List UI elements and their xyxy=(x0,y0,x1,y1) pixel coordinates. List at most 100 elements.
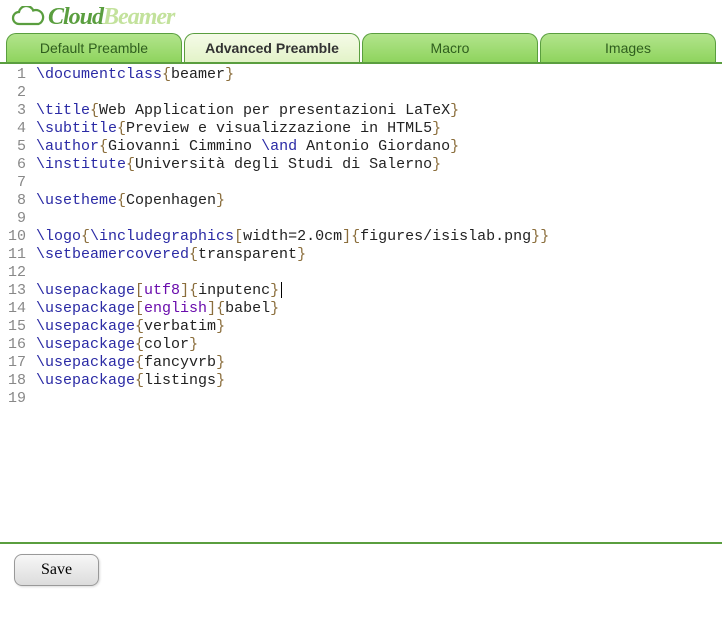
code-line[interactable]: \usetheme{Copenhagen} xyxy=(36,192,549,210)
token-brkt: } xyxy=(450,102,459,119)
line-number: 1 xyxy=(0,66,26,84)
token-txt: Web Application per presentazioni LaTeX xyxy=(99,102,450,119)
token-txt: Copenhagen xyxy=(126,192,216,209)
tabs-bar: Default PreambleAdvanced PreambleMacroIm… xyxy=(0,33,722,62)
line-number: 15 xyxy=(0,318,26,336)
save-button[interactable]: Save xyxy=(14,554,99,586)
token-txt: beamer xyxy=(171,66,225,83)
code-line[interactable]: \author{Giovanni Cimmino \and Antonio Gi… xyxy=(36,138,549,156)
code-line[interactable]: \title{Web Application per presentazioni… xyxy=(36,102,549,120)
code-line[interactable]: \usepackage{verbatim} xyxy=(36,318,549,336)
token-brkt: } xyxy=(216,318,225,335)
token-cmd: \subtitle xyxy=(36,120,117,137)
line-number: 9 xyxy=(0,210,26,228)
code-line[interactable] xyxy=(36,390,549,408)
token-cmd: \title xyxy=(36,102,90,119)
code-line[interactable]: \usepackage{color} xyxy=(36,336,549,354)
token-cmd: \usepackage xyxy=(36,318,135,335)
token-cmd: \usepackage xyxy=(36,372,135,389)
code-line[interactable]: \usepackage{listings} xyxy=(36,372,549,390)
token-cmd: \author xyxy=(36,138,99,155)
token-cmd: \usepackage xyxy=(36,282,135,299)
line-number: 18 xyxy=(0,372,26,390)
line-number: 11 xyxy=(0,246,26,264)
token-brkt: } xyxy=(297,246,306,263)
token-cmd: \documentclass xyxy=(36,66,162,83)
line-gutter: 12345678910111213141516171819 xyxy=(0,64,32,542)
token-opt: english xyxy=(144,300,207,317)
token-brkt: } xyxy=(540,228,549,245)
token-brkt: } xyxy=(216,354,225,371)
code-line[interactable] xyxy=(36,210,549,228)
code-editor[interactable]: 12345678910111213141516171819 \documentc… xyxy=(0,64,722,542)
token-txt: figures/isislab.png xyxy=(360,228,531,245)
token-brkt: } xyxy=(225,66,234,83)
code-area[interactable]: \documentclass{beamer} \title{Web Applic… xyxy=(32,64,553,542)
token-opt: utf8 xyxy=(144,282,180,299)
editor-panel: 12345678910111213141516171819 \documentc… xyxy=(0,62,722,542)
line-number: 14 xyxy=(0,300,26,318)
tab-images[interactable]: Images xyxy=(540,33,716,62)
token-brkt: } xyxy=(216,372,225,389)
code-line[interactable]: \subtitle{Preview e visualizzazione in H… xyxy=(36,120,549,138)
token-brkt: } xyxy=(270,282,279,299)
token-txt: inputenc xyxy=(198,282,270,299)
token-cmd: \usetheme xyxy=(36,192,117,209)
code-line[interactable] xyxy=(36,264,549,282)
token-brkt: { xyxy=(90,102,99,119)
token-brkt: { xyxy=(351,228,360,245)
token-cmd: \includegraphics xyxy=(90,228,234,245)
token-txt: listings xyxy=(144,372,216,389)
token-brkt: [ xyxy=(135,282,144,299)
token-txt: fancyvrb xyxy=(144,354,216,371)
line-number: 5 xyxy=(0,138,26,156)
code-line[interactable] xyxy=(36,84,549,102)
token-txt: transparent xyxy=(198,246,297,263)
line-number: 2 xyxy=(0,84,26,102)
token-cmd: \logo xyxy=(36,228,81,245)
token-brkt: { xyxy=(189,282,198,299)
token-brkt: { xyxy=(81,228,90,245)
token-brkt: { xyxy=(162,66,171,83)
token-brkt: [ xyxy=(234,228,243,245)
token-brkt: ] xyxy=(342,228,351,245)
token-txt: Preview e visualizzazione in HTML5 xyxy=(126,120,432,137)
token-txt: width=2.0cm xyxy=(243,228,342,245)
token-brkt: [ xyxy=(135,300,144,317)
token-brkt: { xyxy=(135,318,144,335)
token-brkt: { xyxy=(216,300,225,317)
code-line[interactable]: \usepackage[utf8]{inputenc} xyxy=(36,282,549,300)
tab-default-preamble[interactable]: Default Preamble xyxy=(6,33,182,62)
token-brkt: } xyxy=(450,138,459,155)
line-number: 4 xyxy=(0,120,26,138)
code-line[interactable]: \usepackage[english]{babel} xyxy=(36,300,549,318)
line-number: 16 xyxy=(0,336,26,354)
token-cmd: \usepackage xyxy=(36,300,135,317)
token-brkt: { xyxy=(135,372,144,389)
code-line[interactable]: \setbeamercovered{transparent} xyxy=(36,246,549,264)
token-txt: color xyxy=(144,336,189,353)
line-number: 17 xyxy=(0,354,26,372)
line-number: 3 xyxy=(0,102,26,120)
line-number: 19 xyxy=(0,390,26,408)
code-line[interactable] xyxy=(36,174,549,192)
token-txt: Università degli Studi di Salerno xyxy=(135,156,432,173)
tab-macro[interactable]: Macro xyxy=(362,33,538,62)
tab-advanced-preamble[interactable]: Advanced Preamble xyxy=(184,33,360,62)
code-line[interactable]: \usepackage{fancyvrb} xyxy=(36,354,549,372)
footer: Save xyxy=(0,542,722,596)
code-line[interactable]: \institute{Università degli Studi di Sal… xyxy=(36,156,549,174)
line-number: 6 xyxy=(0,156,26,174)
app-logo: CloudBeamer xyxy=(10,4,712,31)
token-brkt: } xyxy=(270,300,279,317)
token-cmd: \and xyxy=(261,138,297,155)
token-cmd: \institute xyxy=(36,156,126,173)
cloud-icon xyxy=(10,6,46,30)
code-line[interactable]: \documentclass{beamer} xyxy=(36,66,549,84)
token-txt: Giovanni Cimmino xyxy=(108,138,261,155)
token-brkt: { xyxy=(189,246,198,263)
token-brkt: } xyxy=(531,228,540,245)
token-brkt: { xyxy=(135,336,144,353)
token-cmd: \usepackage xyxy=(36,354,135,371)
code-line[interactable]: \logo{\includegraphics[width=2.0cm]{figu… xyxy=(36,228,549,246)
